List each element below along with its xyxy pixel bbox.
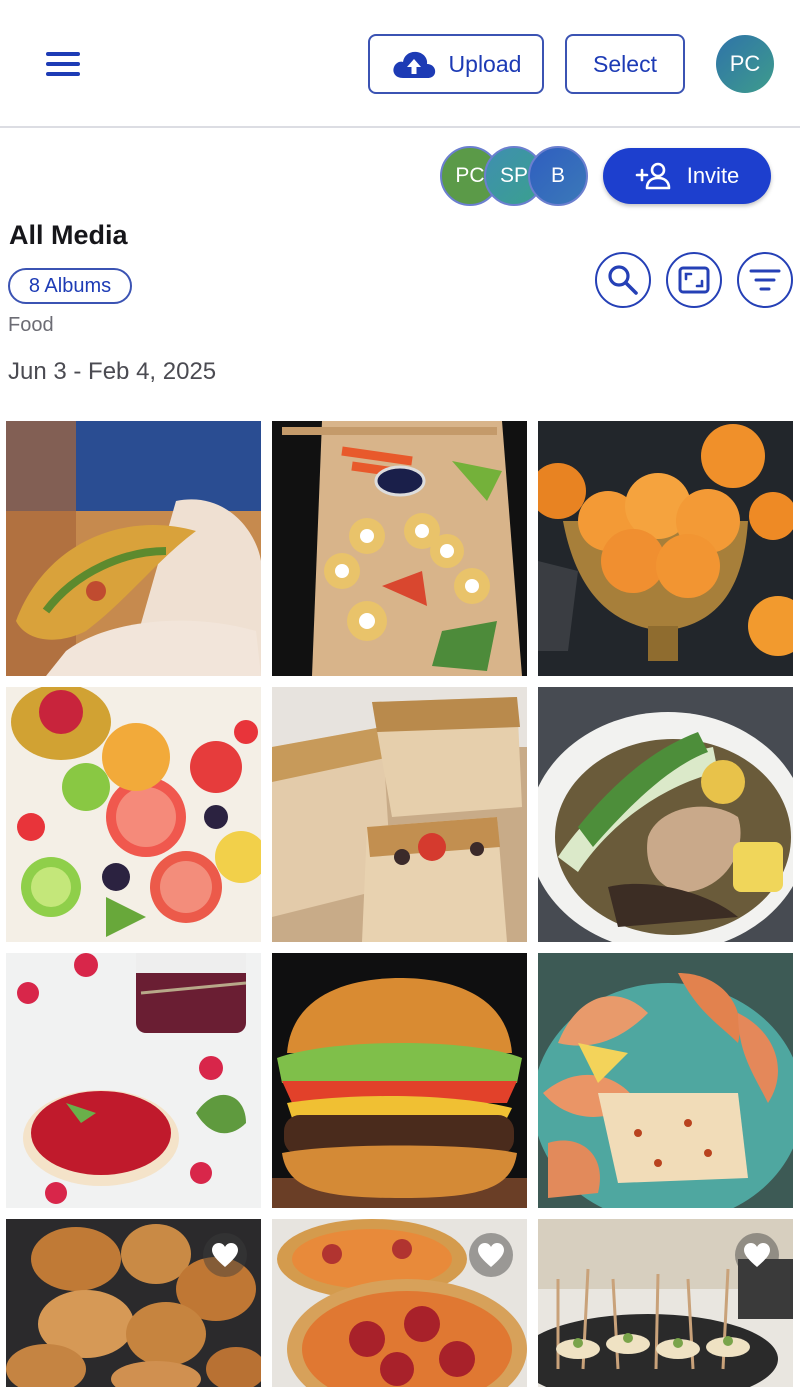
- collaborator-avatar[interactable]: B: [528, 146, 588, 206]
- focaccia-photo: [272, 687, 527, 942]
- favorite-heart-button[interactable]: [203, 1233, 247, 1277]
- upload-label: Upload: [448, 50, 522, 77]
- media-tile-fruit-platter[interactable]: [6, 687, 261, 942]
- media-tile-raspberry-jam[interactable]: [6, 953, 261, 1208]
- hotpot-photo: [538, 687, 793, 942]
- media-tile-hotpot[interactable]: [538, 687, 793, 942]
- filter-icon: [749, 269, 781, 291]
- mandarins-photo: [538, 421, 793, 676]
- select-label: Select: [593, 50, 657, 77]
- heart-icon: [212, 1243, 238, 1267]
- select-button[interactable]: Select: [565, 34, 685, 94]
- collaborator-initials: B: [550, 164, 565, 187]
- media-tile-cinnamon-knots[interactable]: [6, 1219, 261, 1387]
- collaborator-initials: SP: [499, 164, 528, 187]
- heart-icon: [744, 1243, 770, 1267]
- media-tile-focaccia[interactable]: [272, 687, 527, 942]
- taco-photo: [6, 421, 261, 676]
- media-tile-burger[interactable]: [272, 953, 527, 1208]
- date-range: Jun 3 - Feb 4, 2025: [8, 358, 217, 385]
- cloud-upload-icon: [392, 51, 435, 78]
- search-button[interactable]: [595, 252, 651, 308]
- raspberry-jam-photo: [6, 953, 261, 1208]
- favorite-heart-button[interactable]: [469, 1233, 513, 1277]
- albums-count-pill[interactable]: 8 Albums: [8, 268, 132, 304]
- invite-label: Invite: [686, 163, 740, 188]
- hamburger-menu-icon[interactable]: [44, 50, 82, 78]
- invite-button[interactable]: Invite: [603, 148, 771, 204]
- fruit-platter-photo: [6, 687, 261, 942]
- media-tile-taco[interactable]: [6, 421, 261, 676]
- collaborator-initials: PC: [455, 164, 485, 187]
- add-person-icon: [635, 162, 671, 190]
- filter-button[interactable]: [737, 252, 793, 308]
- aspect-frame-icon: [678, 266, 710, 294]
- media-tile-pepperoni-pizza[interactable]: [272, 1219, 527, 1387]
- sushi-board-photo: [272, 421, 527, 676]
- grilled-seafood-photo: [538, 953, 793, 1208]
- top-bar: Upload Select PC: [0, 0, 800, 128]
- collaborator-avatars[interactable]: PC SP B: [440, 146, 590, 206]
- album-subtitle: Food: [8, 314, 54, 336]
- media-tile-canapes[interactable]: [538, 1219, 793, 1387]
- aspect-ratio-button[interactable]: [666, 252, 722, 308]
- media-tile-grilled-seafood[interactable]: [538, 953, 793, 1208]
- page-title: All Media: [9, 220, 128, 250]
- heart-icon: [478, 1243, 504, 1267]
- search-icon: [608, 265, 638, 295]
- favorite-heart-button[interactable]: [735, 1233, 779, 1277]
- user-initials: PC: [729, 51, 761, 76]
- upload-button[interactable]: Upload: [368, 34, 544, 94]
- burger-photo: [272, 953, 527, 1208]
- user-avatar[interactable]: PC: [716, 35, 774, 93]
- media-tile-sushi-board[interactable]: [272, 421, 527, 676]
- media-tile-mandarins[interactable]: [538, 421, 793, 676]
- albums-label: 8 Albums: [28, 274, 112, 297]
